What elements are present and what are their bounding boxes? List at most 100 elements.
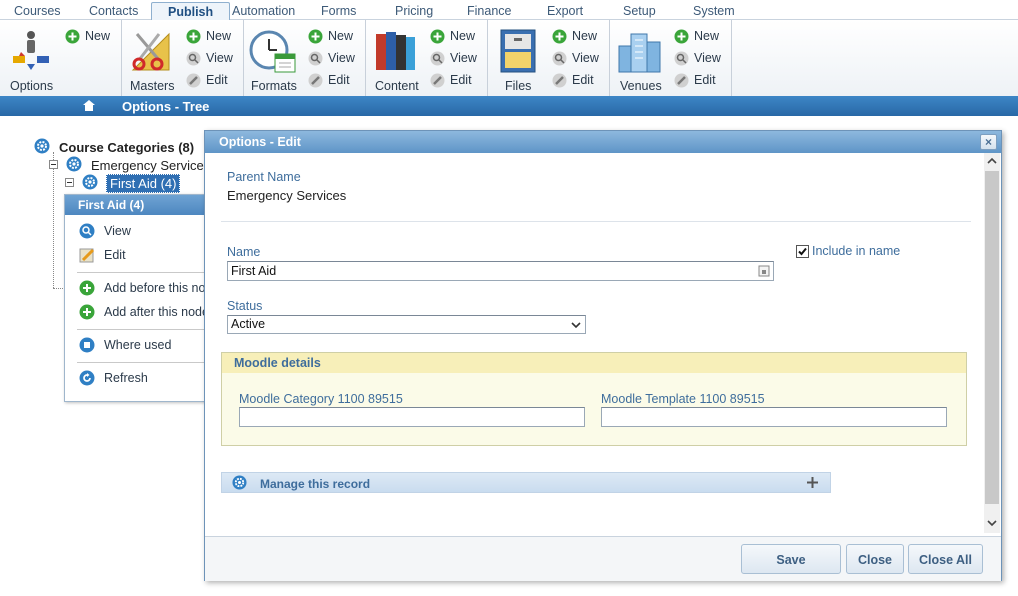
status-select[interactable]: Active	[227, 315, 586, 334]
formats-clock-calendar-icon[interactable]	[249, 30, 296, 74]
tree-node-first-aid[interactable]: First Aid (4)	[82, 174, 181, 193]
context-menu-add-before[interactable]: Add before this no	[79, 280, 205, 296]
tree-guide-line	[53, 152, 54, 288]
content-edit-label: Edit	[450, 73, 472, 87]
files-view-button[interactable]: View	[552, 49, 599, 67]
formats-view-button[interactable]: View	[308, 49, 355, 67]
ribbon-files-label[interactable]: Files	[505, 79, 531, 93]
files-cabinet-icon[interactable]	[498, 28, 542, 73]
status-selected-value: Active	[231, 317, 266, 331]
magnifier-icon	[552, 51, 567, 66]
venues-edit-label: Edit	[694, 73, 716, 87]
dialog-scrollbar[interactable]	[984, 153, 1000, 533]
moodle-category-input[interactable]	[239, 407, 585, 427]
menu-tab-courses[interactable]: Courses	[14, 4, 61, 18]
venues-edit-button[interactable]: Edit	[674, 71, 716, 89]
masters-scissors-icon[interactable]	[129, 30, 173, 74]
menu-tab-contacts[interactable]: Contacts	[89, 4, 138, 18]
gear-icon	[232, 475, 247, 493]
main-menu-bar: Courses Contacts Publish Automation Form…	[0, 0, 1018, 21]
menu-tab-forms[interactable]: Forms	[321, 4, 356, 18]
files-view-label: View	[572, 51, 599, 65]
venues-buildings-icon[interactable]	[617, 30, 661, 74]
ribbon-content-label[interactable]: Content	[375, 79, 419, 93]
context-menu-edit[interactable]: Edit	[79, 247, 126, 263]
parent-name-label: Parent Name	[227, 170, 301, 184]
include-in-name-option[interactable]: Include in name	[796, 244, 900, 258]
include-in-name-label: Include in name	[812, 244, 901, 258]
options-people-icon[interactable]	[9, 28, 53, 72]
moodle-template-input[interactable]	[601, 407, 947, 427]
text-field-icon[interactable]	[758, 265, 770, 280]
menu-tab-pricing[interactable]: Pricing	[395, 4, 433, 18]
ribbon-venues-label[interactable]: Venues	[620, 79, 662, 93]
options-new-label: New	[85, 29, 111, 43]
home-icon[interactable]	[82, 99, 96, 115]
tree-collapse-toggle[interactable]	[65, 178, 74, 187]
dialog-title: Options - Edit	[205, 131, 1001, 153]
add-icon	[430, 29, 445, 44]
tree-collapse-toggle[interactable]	[49, 160, 58, 169]
venues-new-button[interactable]: New	[674, 27, 719, 45]
formats-edit-button[interactable]: Edit	[308, 71, 350, 89]
menu-tab-export[interactable]: Export	[547, 4, 583, 18]
content-books-icon[interactable]	[372, 28, 416, 72]
content-new-button[interactable]: New	[430, 27, 475, 45]
include-in-name-checkbox[interactable]	[796, 244, 809, 258]
manage-record-label: Manage this record	[260, 477, 371, 491]
context-menu-refresh[interactable]: Refresh	[79, 370, 148, 386]
menu-divider	[77, 272, 207, 273]
moodle-details-title: Moodle details	[222, 353, 966, 373]
menu-tab-automation[interactable]: Automation	[232, 4, 295, 18]
menu-tab-system[interactable]: System	[693, 4, 735, 18]
formats-new-button[interactable]: New	[308, 27, 353, 45]
venues-view-label: View	[694, 51, 721, 65]
save-button[interactable]: Save	[741, 544, 841, 574]
context-menu-where-used[interactable]: Where used	[79, 337, 171, 353]
moodle-template-label: Moodle Template 1100 89515	[601, 392, 765, 406]
menu-tab-finance[interactable]: Finance	[467, 4, 511, 18]
masters-new-button[interactable]: New	[186, 27, 231, 45]
expand-plus-icon[interactable]	[807, 477, 818, 491]
menu-tab-publish[interactable]: Publish	[151, 2, 231, 21]
context-menu-add-after[interactable]: Add after this node	[79, 304, 209, 320]
add-icon	[79, 280, 95, 296]
scroll-up-arrow-icon[interactable]	[987, 157, 997, 167]
tree-node-root[interactable]: Course Categories (8)	[34, 138, 194, 157]
content-view-button[interactable]: View	[430, 49, 477, 67]
pencil-icon	[674, 73, 689, 88]
masters-edit-button[interactable]: Edit	[186, 71, 228, 89]
masters-view-button[interactable]: View	[186, 49, 233, 67]
magnifier-icon	[186, 51, 201, 66]
files-edit-label: Edit	[572, 73, 594, 87]
files-edit-button[interactable]: Edit	[552, 71, 594, 89]
manage-record-section[interactable]: Manage this record	[221, 472, 831, 493]
dialog-close-button[interactable]: ×	[980, 134, 997, 150]
name-input[interactable]	[227, 261, 774, 281]
ribbon-masters-label[interactable]: Masters	[130, 79, 174, 93]
menu-divider	[77, 362, 207, 363]
scroll-down-arrow-icon[interactable]	[987, 519, 997, 529]
menu-tab-setup[interactable]: Setup	[623, 4, 656, 18]
tree-node-label: Emergency Service	[91, 158, 204, 173]
ribbon-options-label[interactable]: Options	[10, 79, 53, 93]
close-all-button[interactable]: Close All	[908, 544, 983, 574]
ribbon-group-masters: Masters New View Edit	[122, 20, 244, 96]
context-menu-view[interactable]: View	[79, 223, 131, 239]
close-button[interactable]: Close	[846, 544, 904, 574]
files-new-button[interactable]: New	[552, 27, 597, 45]
formats-view-label: View	[328, 51, 355, 65]
content-new-label: New	[450, 29, 476, 43]
context-menu-where-used-label: Where used	[104, 338, 172, 352]
add-icon	[674, 29, 689, 44]
venues-view-button[interactable]: View	[674, 49, 721, 67]
ribbon-formats-label[interactable]: Formats	[251, 79, 297, 93]
magnifier-icon	[430, 51, 445, 66]
content-edit-button[interactable]: Edit	[430, 71, 472, 89]
scrollbar-thumb[interactable]	[985, 171, 999, 504]
moodle-details-panel: Moodle details Moodle Category 1100 8951…	[221, 352, 967, 446]
options-new-button[interactable]: New	[65, 27, 110, 45]
content-view-label: View	[450, 51, 477, 65]
masters-edit-label: Edit	[206, 73, 228, 87]
tree-node-emergency-services[interactable]: Emergency Service	[66, 156, 204, 175]
